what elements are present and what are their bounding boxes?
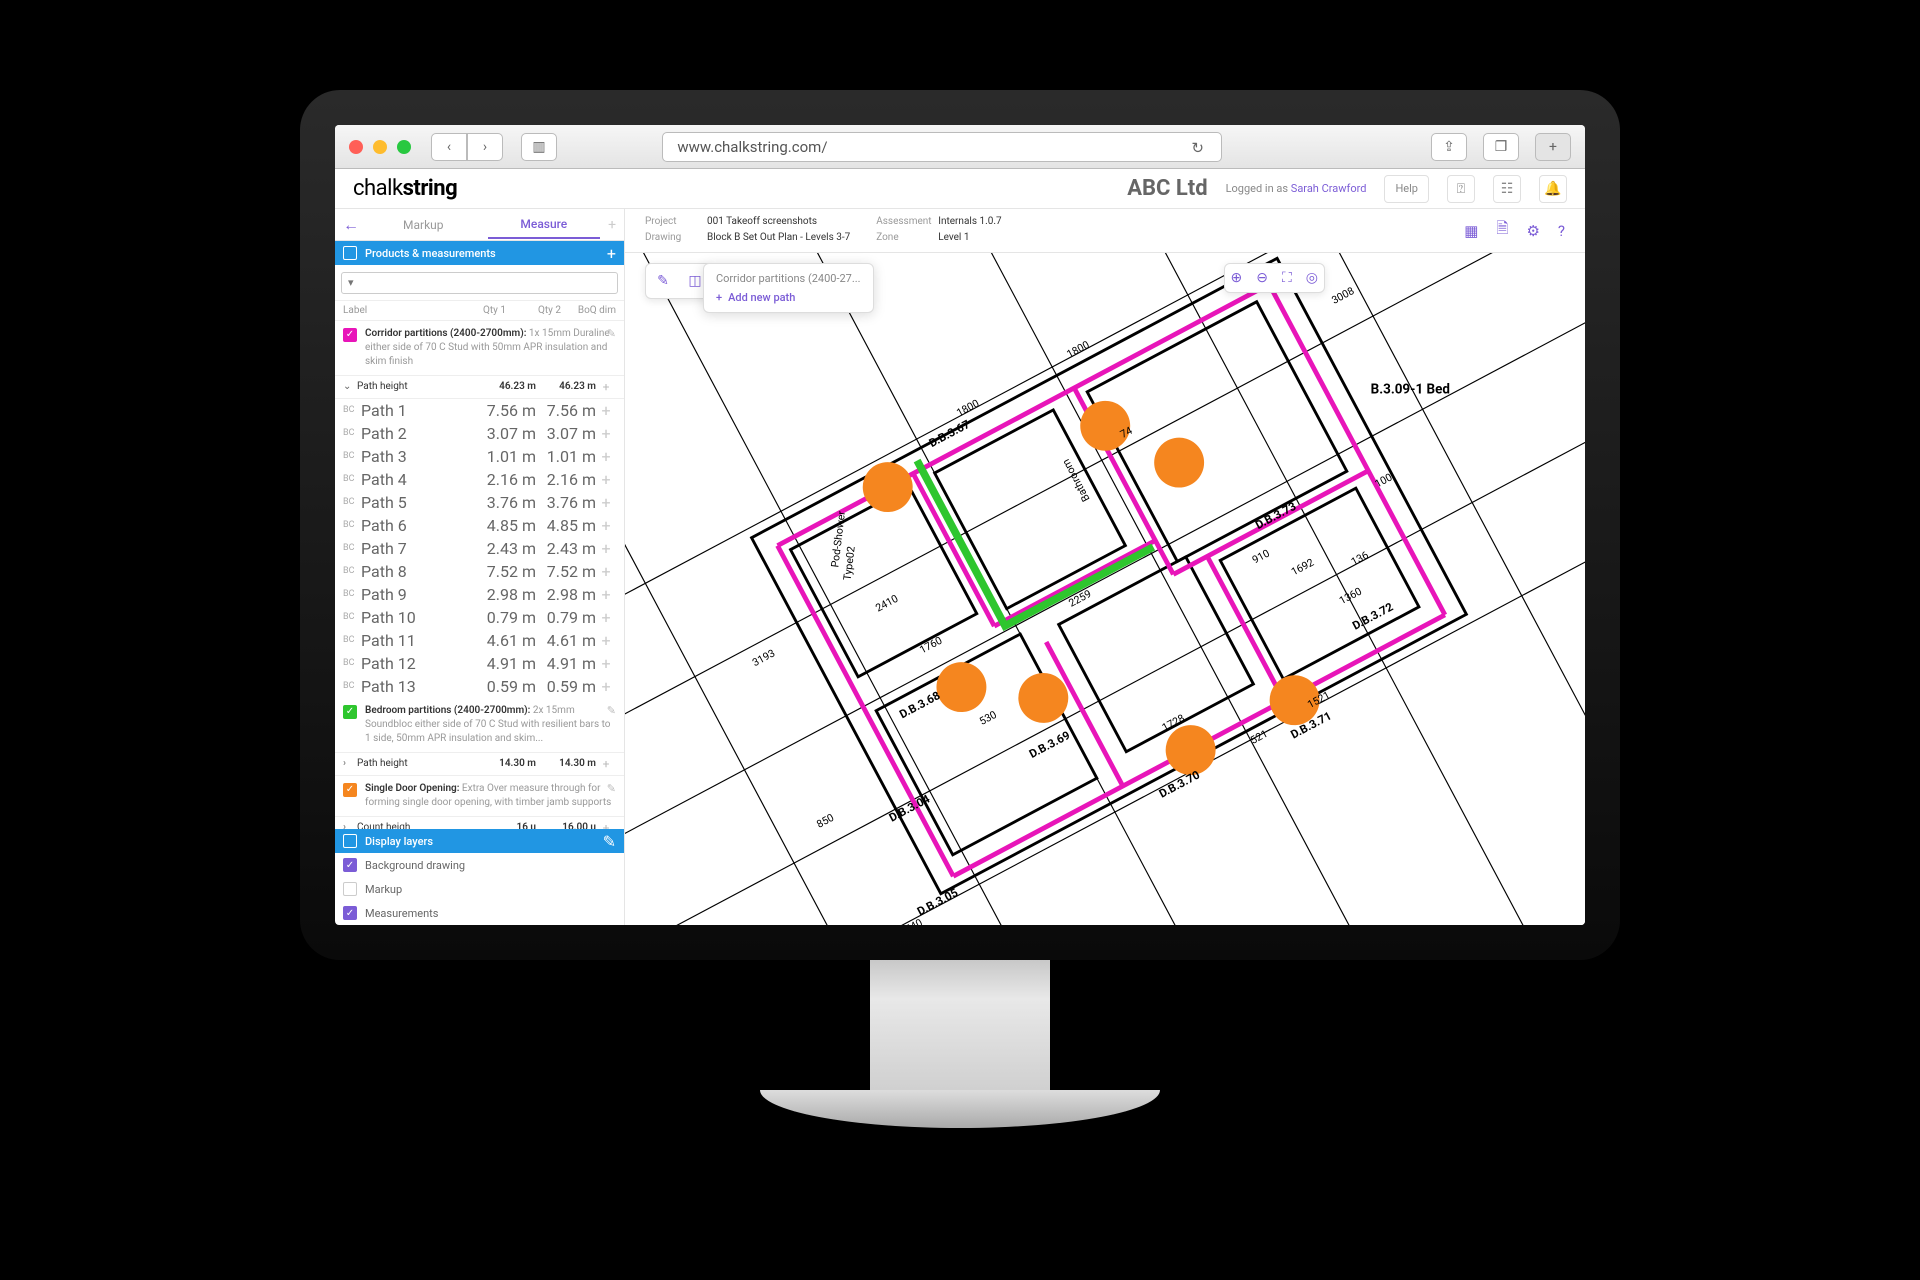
path-summary[interactable]: ⌄Path height46.23 m46.23 m+ [335, 376, 624, 399]
layer-row[interactable]: Background drawing [335, 853, 624, 877]
section-layers[interactable]: Display layers ✎ [335, 829, 624, 853]
section-products[interactable]: Products & measurements + [335, 241, 624, 265]
path-row[interactable]: BCPath 42.16 m2.16 m+ [335, 468, 624, 491]
layer-label: Markup [365, 883, 402, 896]
path-row[interactable]: BCPath 72.43 m2.43 m+ [335, 537, 624, 560]
app-header: chalkstring ABC Ltd Logged in as Sarah C… [335, 169, 1585, 209]
path-row[interactable]: BCPath 17.56 m7.56 m+ [335, 399, 624, 422]
path-row[interactable]: BCPath 124.91 m4.91 m+ [335, 652, 624, 675]
zoom-out-icon[interactable]: ⊖ [1256, 270, 1268, 286]
layer-checkbox[interactable] [343, 858, 357, 872]
path-row[interactable]: BCPath 92.98 m2.98 m+ [335, 583, 624, 606]
layer-checkbox[interactable] [343, 882, 357, 896]
layer-row[interactable]: Markup [335, 877, 624, 901]
product-swatch[interactable] [343, 705, 357, 719]
url-bar[interactable]: www.chalkstring.com/ ↻ [662, 132, 1222, 162]
tab-add-icon[interactable]: + [608, 217, 616, 233]
zoom-toolbar: ⊕ ⊖ ⛶ ◎ [1224, 263, 1326, 293]
path-row[interactable]: BCPath 87.52 m7.52 m+ [335, 560, 624, 583]
window-close-icon[interactable] [349, 140, 363, 154]
product-swatch[interactable] [343, 328, 357, 342]
new-tab-button[interactable]: + [1535, 133, 1571, 161]
product-swatch[interactable] [343, 783, 357, 797]
pencil-icon[interactable]: ✎ [607, 782, 616, 795]
zoom-actual-icon[interactable]: ◎ [1306, 270, 1318, 286]
meta-help-icon[interactable]: ? [1558, 222, 1565, 240]
filter-input[interactable] [341, 272, 618, 294]
product-item[interactable]: ✎ Single Door Opening: Extra Over measur… [335, 776, 624, 817]
meta-bar: Project001 Takeoff screenshots DrawingBl… [625, 209, 1585, 253]
add-product-icon[interactable]: + [607, 244, 616, 263]
path-row[interactable]: BCPath 53.76 m3.76 m+ [335, 491, 624, 514]
path-row[interactable]: BCPath 114.61 m4.61 m+ [335, 629, 624, 652]
url-text: www.chalkstring.com/ [677, 138, 827, 156]
sidebar: ← Markup Measure + Products & measuremen… [335, 209, 625, 925]
path-summary[interactable]: ›Path height14.30 m14.30 m+ [335, 753, 624, 776]
sidebar-toggle-button[interactable]: ▥ [521, 133, 557, 161]
window-min-icon[interactable] [373, 140, 387, 154]
imac-monitor: ‹ › ▥ www.chalkstring.com/ ↻ ⇪ ❐ + chalk… [300, 90, 1620, 1190]
help-button[interactable]: Help [1384, 175, 1429, 203]
path-row[interactable]: BCPath 23.07 m3.07 m+ [335, 422, 624, 445]
tab-markup[interactable]: Markup [367, 212, 480, 238]
add-new-path-button[interactable]: +Add new path [716, 291, 861, 304]
pencil-icon[interactable]: ✎ [607, 704, 616, 717]
layer-label: Measurements [365, 907, 438, 920]
edit-layers-icon[interactable]: ✎ [603, 832, 616, 851]
room-label-big: B.3.09-1 Bed [1371, 382, 1450, 397]
product-item[interactable]: ✎ Corridor partitions (2400-2700mm): 1x … [335, 321, 624, 376]
tabs-button[interactable]: ❐ [1483, 133, 1519, 161]
login-status: Logged in as Sarah Crawford [1226, 182, 1367, 195]
tab-measure[interactable]: Measure [488, 211, 601, 239]
meta-gear-icon[interactable]: ⚙ [1526, 222, 1539, 240]
main-panel: Project001 Takeoff screenshots DrawingBl… [625, 209, 1585, 925]
back-button[interactable]: ← [343, 215, 359, 235]
nav-back-button[interactable]: ‹ [431, 133, 467, 161]
share-button[interactable]: ⇪ [1431, 133, 1467, 161]
add-path-popup: Corridor partitions (2400-27... +Add new… [703, 263, 874, 313]
layer-label: Background drawing [365, 859, 465, 872]
meta-doc-icon[interactable]: 🗎 [1496, 218, 1508, 243]
products-check-icon[interactable] [343, 246, 357, 260]
window-max-icon[interactable] [397, 140, 411, 154]
drawing-canvas[interactable]: B.3.09-1 Bed D.B.3.67 D.B.3.68 D.B.3.69 … [625, 253, 1585, 925]
prefs-icon[interactable]: ☷ [1493, 175, 1521, 203]
pencil-icon[interactable]: ✎ [607, 327, 616, 340]
company-name: ABC Ltd [1127, 176, 1207, 201]
path-row[interactable]: BCPath 64.85 m4.85 m+ [335, 514, 624, 537]
path-row[interactable]: BCPath 31.01 m1.01 m+ [335, 445, 624, 468]
zoom-fit-icon[interactable]: ⛶ [1282, 270, 1292, 286]
path-row[interactable]: BCPath 130.59 m0.59 m+ [335, 675, 624, 698]
column-headers: LabelQty 1Qty 2BoQ dim [335, 301, 624, 321]
nav-fwd-button[interactable]: › [467, 133, 503, 161]
popup-breadcrumb: Corridor partitions (2400-27... [716, 272, 861, 291]
zoom-in-icon[interactable]: ⊕ [1231, 270, 1243, 286]
browser-chrome: ‹ › ▥ www.chalkstring.com/ ↻ ⇪ ❐ + [335, 125, 1585, 169]
layers-check-icon[interactable] [343, 834, 357, 848]
layer-checkbox[interactable] [343, 906, 357, 920]
pencil-tool-icon[interactable]: ✎ [652, 270, 674, 292]
meta-page-icon[interactable]: ▦ [1464, 222, 1478, 240]
bell-icon[interactable]: 🔔 [1539, 175, 1567, 203]
refresh-icon[interactable]: ↻ [1191, 139, 1207, 155]
user-icon[interactable]: ⍰ [1447, 175, 1475, 203]
path-summary[interactable]: ›Count heigh16 u16.00 u+ [335, 817, 624, 830]
user-link[interactable]: Sarah Crawford [1291, 182, 1367, 195]
path-row[interactable]: BCPath 100.79 m0.79 m+ [335, 606, 624, 629]
layer-row[interactable]: Measurements [335, 901, 624, 925]
app-logo: chalkstring [353, 176, 457, 201]
product-item[interactable]: ✎ Bedroom partitions (2400-2700mm): 2x 1… [335, 698, 624, 753]
